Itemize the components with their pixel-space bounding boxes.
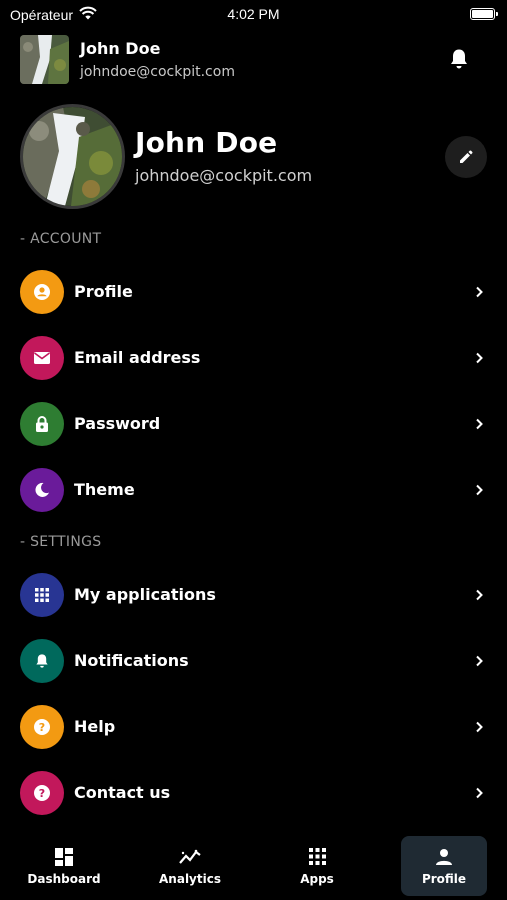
tab-label: Apps — [300, 872, 334, 886]
pencil-icon — [460, 150, 473, 163]
chevron-right-icon — [472, 588, 486, 602]
wifi-icon — [79, 6, 97, 23]
avatar-thumbnail[interactable] — [20, 35, 69, 84]
menu-item-label: Notifications — [74, 651, 189, 670]
help-icon: ? — [34, 719, 50, 735]
menu-item-label: My applications — [74, 585, 216, 604]
carrier-label: Opérateur — [10, 6, 74, 23]
apps-icon — [308, 848, 326, 865]
chevron-right-icon — [472, 483, 486, 497]
menu-item-theme[interactable]: Theme — [0, 461, 507, 519]
carrier: Opérateur — [10, 6, 97, 23]
edit-profile-button[interactable] — [445, 136, 487, 178]
chevron-right-icon — [472, 285, 486, 299]
status-bar: Opérateur 4:02 PM — [0, 0, 507, 30]
lock-icon — [36, 416, 48, 432]
mail-icon — [34, 352, 50, 364]
grid-icon — [35, 588, 49, 602]
applications-icon-circle — [20, 573, 64, 617]
password-icon-circle — [20, 402, 64, 446]
tab-label: Analytics — [159, 872, 221, 886]
person-icon — [34, 284, 50, 300]
menu-item-contact-us[interactable]: ? Contact us — [0, 764, 507, 822]
tab-apps[interactable]: Apps — [274, 836, 360, 896]
bell-icon — [36, 654, 48, 668]
top-header: John Doe johndoe@cockpit.com — [20, 35, 487, 85]
profile-icon-circle — [20, 270, 64, 314]
bottom-navigation: Dashboard Analytics Apps Profile — [0, 834, 507, 900]
menu-item-label: Profile — [74, 282, 133, 301]
person-icon — [436, 849, 452, 865]
header-user-email: johndoe@cockpit.com — [80, 64, 235, 80]
svg-text:?: ? — [39, 721, 45, 734]
question-icon: ? — [34, 785, 50, 801]
email-icon-circle — [20, 336, 64, 380]
menu-item-label: Help — [74, 717, 116, 736]
profile-email: johndoe@cockpit.com — [135, 166, 313, 185]
menu-item-label: Email address — [74, 348, 201, 367]
chevron-right-icon — [472, 351, 486, 365]
chevron-right-icon — [472, 654, 486, 668]
menu-item-label: Password — [74, 414, 161, 433]
tab-analytics[interactable]: Analytics — [147, 836, 233, 896]
tab-profile[interactable]: Profile — [401, 836, 487, 896]
menu-item-help[interactable]: ? Help — [0, 698, 507, 756]
section-title-account: - ACCOUNT — [20, 231, 102, 247]
menu-item-password[interactable]: Password — [0, 395, 507, 453]
tab-label: Dashboard — [27, 872, 101, 886]
tab-label: Profile — [421, 872, 467, 886]
menu-item-email-address[interactable]: Email address — [0, 329, 507, 387]
help-icon-circle: ? — [20, 705, 64, 749]
bell-icon — [451, 49, 467, 69]
menu-item-label: Contact us — [74, 783, 171, 802]
menu-item-notifications[interactable]: Notifications — [0, 632, 507, 690]
menu-item-label: Theme — [74, 480, 135, 499]
chevron-right-icon — [472, 720, 486, 734]
theme-icon-circle — [20, 468, 64, 512]
header-user-name: John Doe — [80, 39, 161, 58]
chevron-right-icon — [472, 417, 486, 431]
tab-dashboard[interactable]: Dashboard — [21, 836, 107, 896]
notifications-button[interactable] — [445, 45, 473, 73]
moon-icon — [35, 482, 49, 497]
svg-text:?: ? — [39, 787, 45, 800]
analytics-icon — [179, 849, 201, 864]
menu-item-my-applications[interactable]: My applications — [0, 566, 507, 624]
menu-item-profile[interactable]: Profile — [0, 263, 507, 321]
section-title-settings: - SETTINGS — [20, 534, 102, 550]
battery-icon — [470, 8, 498, 20]
chevron-right-icon — [472, 786, 486, 800]
contact-icon-circle: ? — [20, 771, 64, 815]
profile-avatar[interactable] — [20, 104, 125, 209]
dashboard-icon — [55, 848, 73, 866]
profile-name: John Doe — [135, 126, 278, 159]
notifications-icon-circle — [20, 639, 64, 683]
